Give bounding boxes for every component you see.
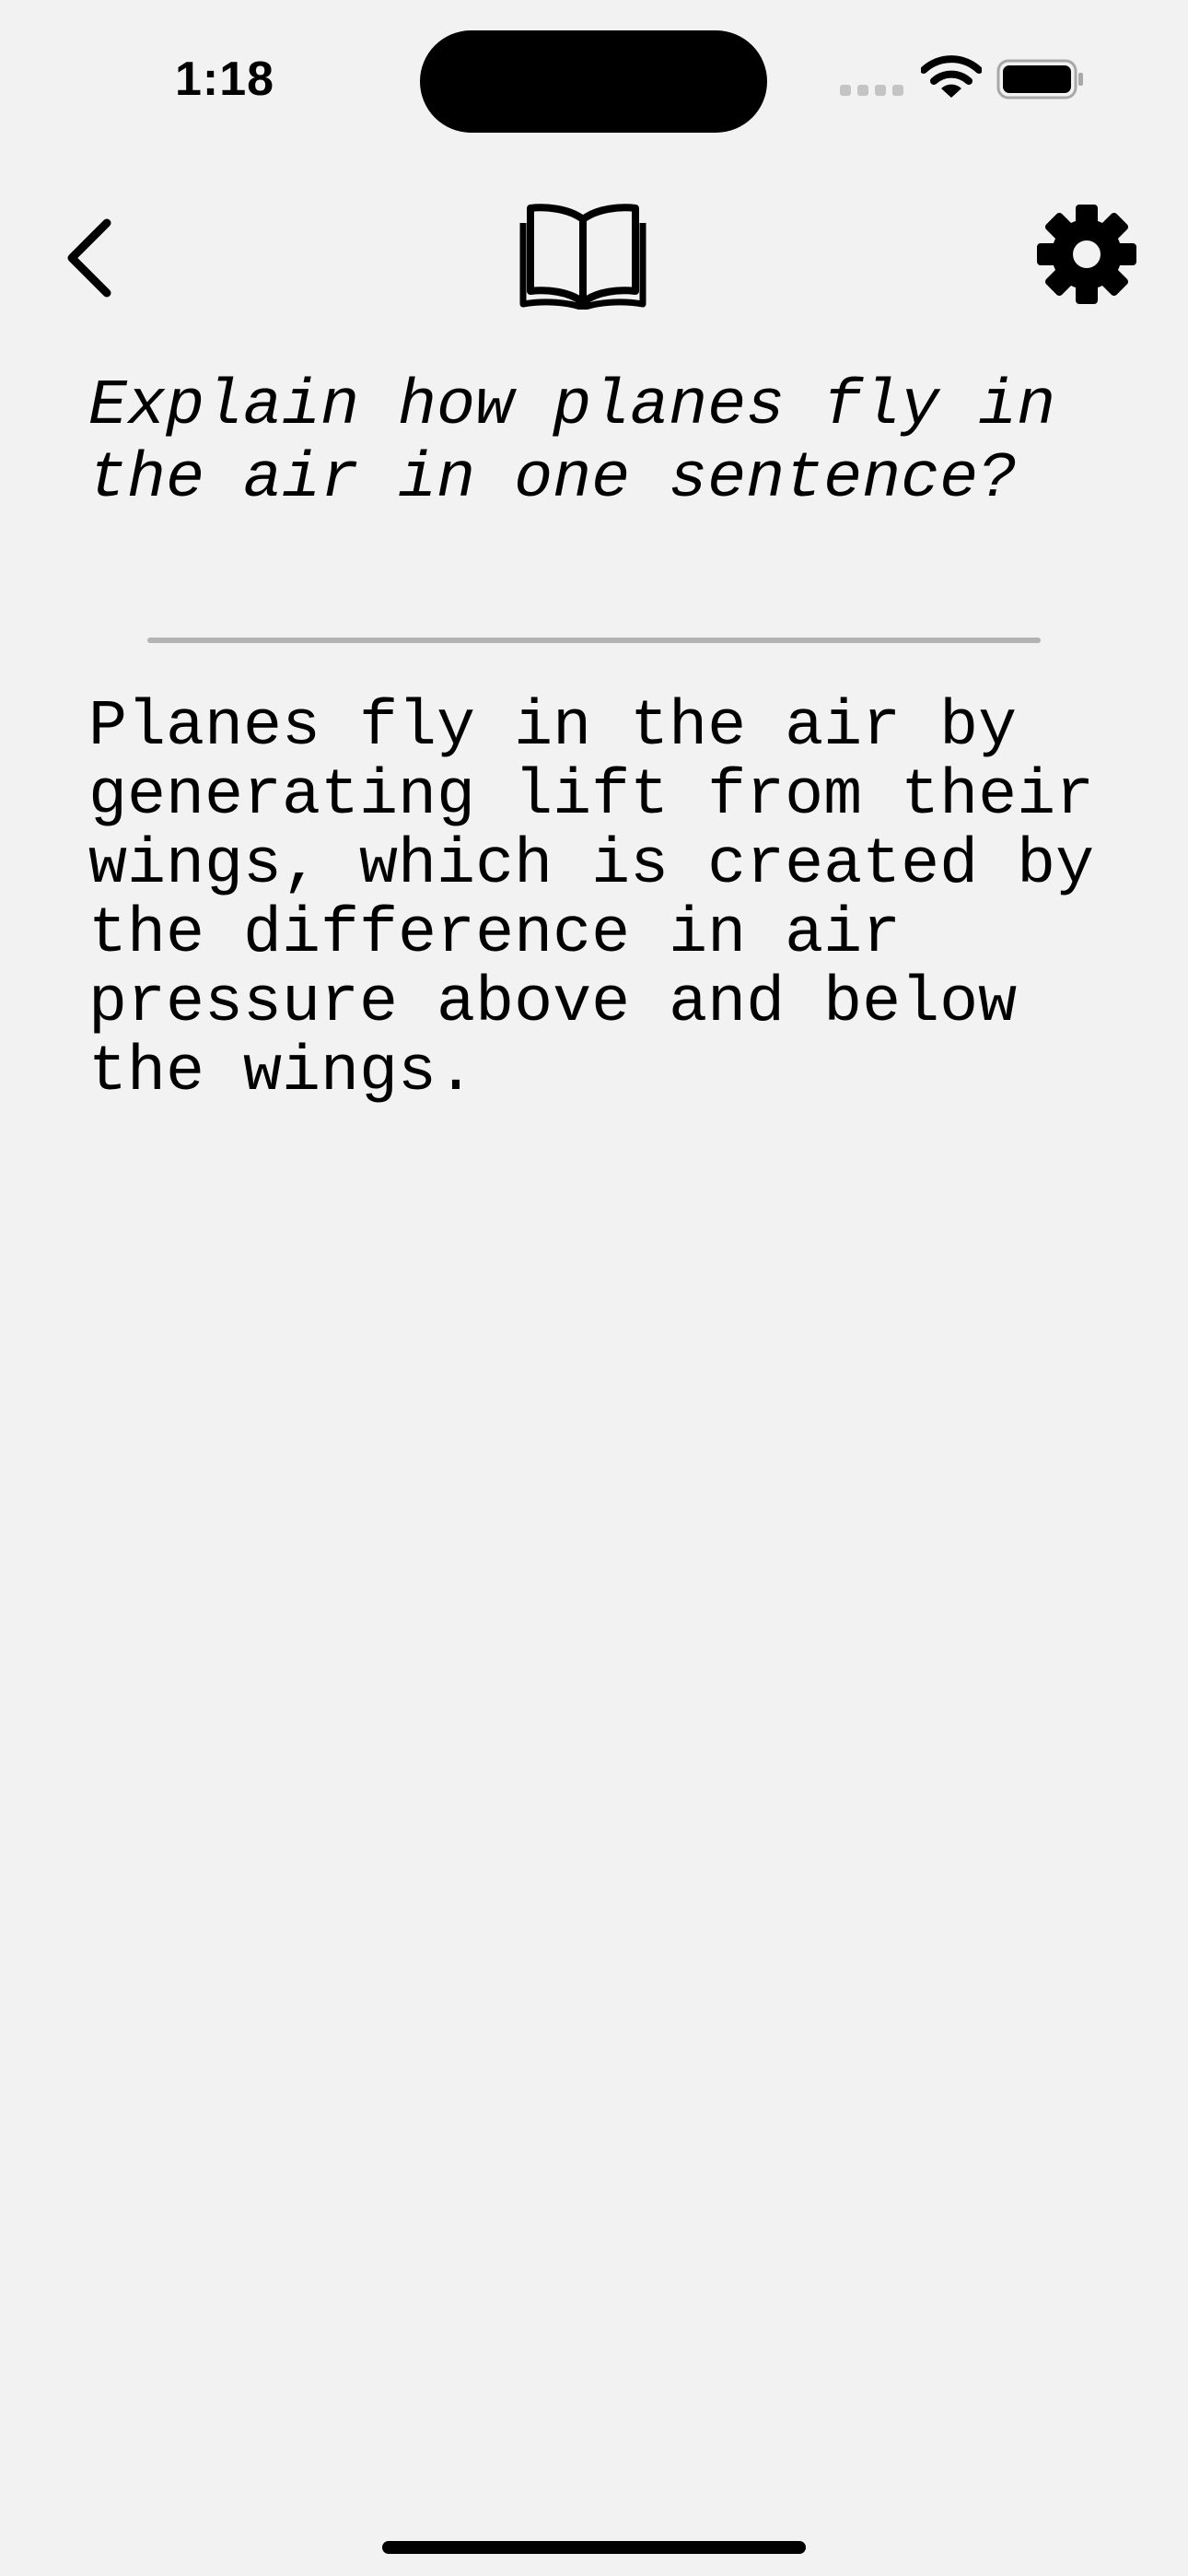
cellular-signal-icon <box>840 85 904 98</box>
status-bar: 1:18 <box>0 0 1188 157</box>
back-button[interactable] <box>55 210 129 306</box>
book-button[interactable] <box>518 201 648 311</box>
status-time: 1:18 <box>175 53 275 106</box>
book-open-icon <box>519 204 646 311</box>
wifi-icon <box>921 55 982 98</box>
chevron-left-icon <box>67 218 111 298</box>
settings-button[interactable] <box>1035 203 1138 306</box>
home-indicator[interactable] <box>382 2541 806 2554</box>
answer-text: Planes fly in the air by generating lift… <box>88 691 1095 1109</box>
question-text: Explain how planes fly in the air in one… <box>88 370 1056 516</box>
dynamic-island <box>420 30 767 133</box>
gear-icon <box>1037 205 1136 304</box>
navigation-bar <box>0 184 1188 332</box>
divider <box>147 638 1041 643</box>
battery-icon <box>996 59 1083 100</box>
